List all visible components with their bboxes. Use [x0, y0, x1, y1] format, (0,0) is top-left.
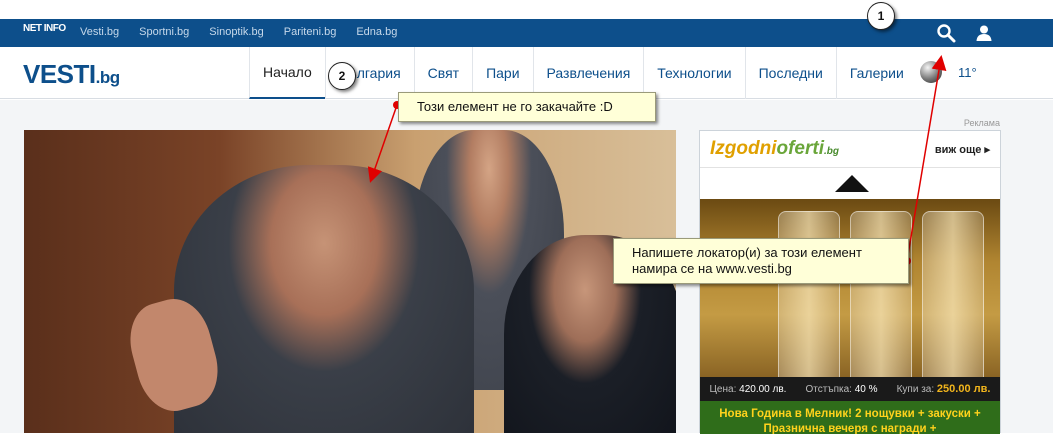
menu-item-galleries[interactable]: Галерии — [835, 47, 917, 99]
photo-figure-main — [174, 165, 474, 433]
featured-news-photo[interactable] — [24, 130, 676, 433]
chevron-right-icon: ▸ — [984, 143, 990, 156]
menu-item-latest[interactable]: Последни — [744, 47, 836, 99]
network-link-pariteni[interactable]: Pariteni.bg — [284, 26, 337, 38]
network-links: Vesti.bg Sportni.bg Sinoptik.bg Pariteni… — [80, 26, 397, 38]
netinfo-logo[interactable]: NET INFO — [23, 24, 66, 34]
network-link-sportni[interactable]: Sportni.bg — [139, 26, 189, 38]
ad-discount-value: 40 % — [854, 383, 878, 395]
ad-discount-label: Отстъпка: — [805, 383, 852, 395]
network-link-sinoptik[interactable]: Sinoptik.bg — [209, 26, 263, 38]
glass-decoration — [778, 211, 840, 377]
ad-price-bar: Цена: 420.00 лв. Отстъпка: 40 % Купи за:… — [700, 377, 1000, 401]
ad-more-label: виж още — [934, 143, 982, 156]
ad-header: Izgodnioferti.bg виж още ▸ — [700, 131, 1000, 168]
ad-buy-label: Купи за: — [896, 384, 935, 395]
ad-buy: Купи за: 250.00 лв. — [897, 383, 991, 395]
weather-widget[interactable]: 11° — [920, 61, 977, 83]
ad-logo-part2: oferti — [776, 138, 824, 159]
callout-do-not-touch: Този елемент не го закачайте :D — [398, 92, 656, 122]
menu-item-home[interactable]: Начало — [249, 47, 325, 99]
ad-title[interactable]: Нова Година в Мелник! 2 нощувки + закуск… — [700, 401, 1000, 434]
logo-suffix: .bg — [95, 68, 121, 87]
ad-price-label: Цена: — [709, 383, 737, 395]
logo-main: VESTI — [23, 59, 96, 89]
ad-buy-value: 250.00 лв. — [936, 383, 991, 395]
user-button[interactable] — [966, 19, 1002, 47]
marker-2: 2 — [328, 62, 356, 90]
ad-logo-part1: Izgodni — [710, 138, 777, 159]
user-icon — [976, 25, 992, 41]
ad-label: Реклама — [963, 118, 1000, 128]
network-link-vesti[interactable]: Vesti.bg — [80, 26, 119, 38]
vesti-logo[interactable]: VESTI.bg — [23, 59, 120, 90]
ad-more-link[interactable]: виж още ▸ — [935, 143, 990, 156]
ad-logo[interactable]: Izgodnioferti.bg — [710, 138, 839, 160]
network-bar: NET INFO Vesti.bg Sportni.bg Sinoptik.bg… — [0, 19, 1053, 47]
glass-decoration — [922, 211, 984, 377]
ad-discount: Отстъпка: 40 % — [806, 384, 878, 395]
network-link-edna[interactable]: Edna.bg — [356, 26, 397, 38]
callout-locator-task: Напишете локатор(и) за този елемент нами… — [613, 238, 909, 284]
search-button[interactable] — [928, 19, 964, 47]
glass-decoration — [850, 211, 912, 377]
ad-image-champagne[interactable] — [700, 199, 1000, 377]
weather-moon-icon — [920, 61, 942, 83]
temperature: 11° — [958, 64, 977, 80]
triangle-up-icon — [835, 175, 869, 192]
marker-1: 1 — [867, 2, 895, 30]
search-icon — [937, 24, 956, 43]
ad-price-value: 420.00 лв. — [739, 383, 787, 395]
menu-item-technology[interactable]: Технологии — [643, 47, 744, 99]
ad-logo-suffix: .bg — [823, 146, 839, 157]
ad-price: Цена: 420.00 лв. — [710, 384, 787, 395]
